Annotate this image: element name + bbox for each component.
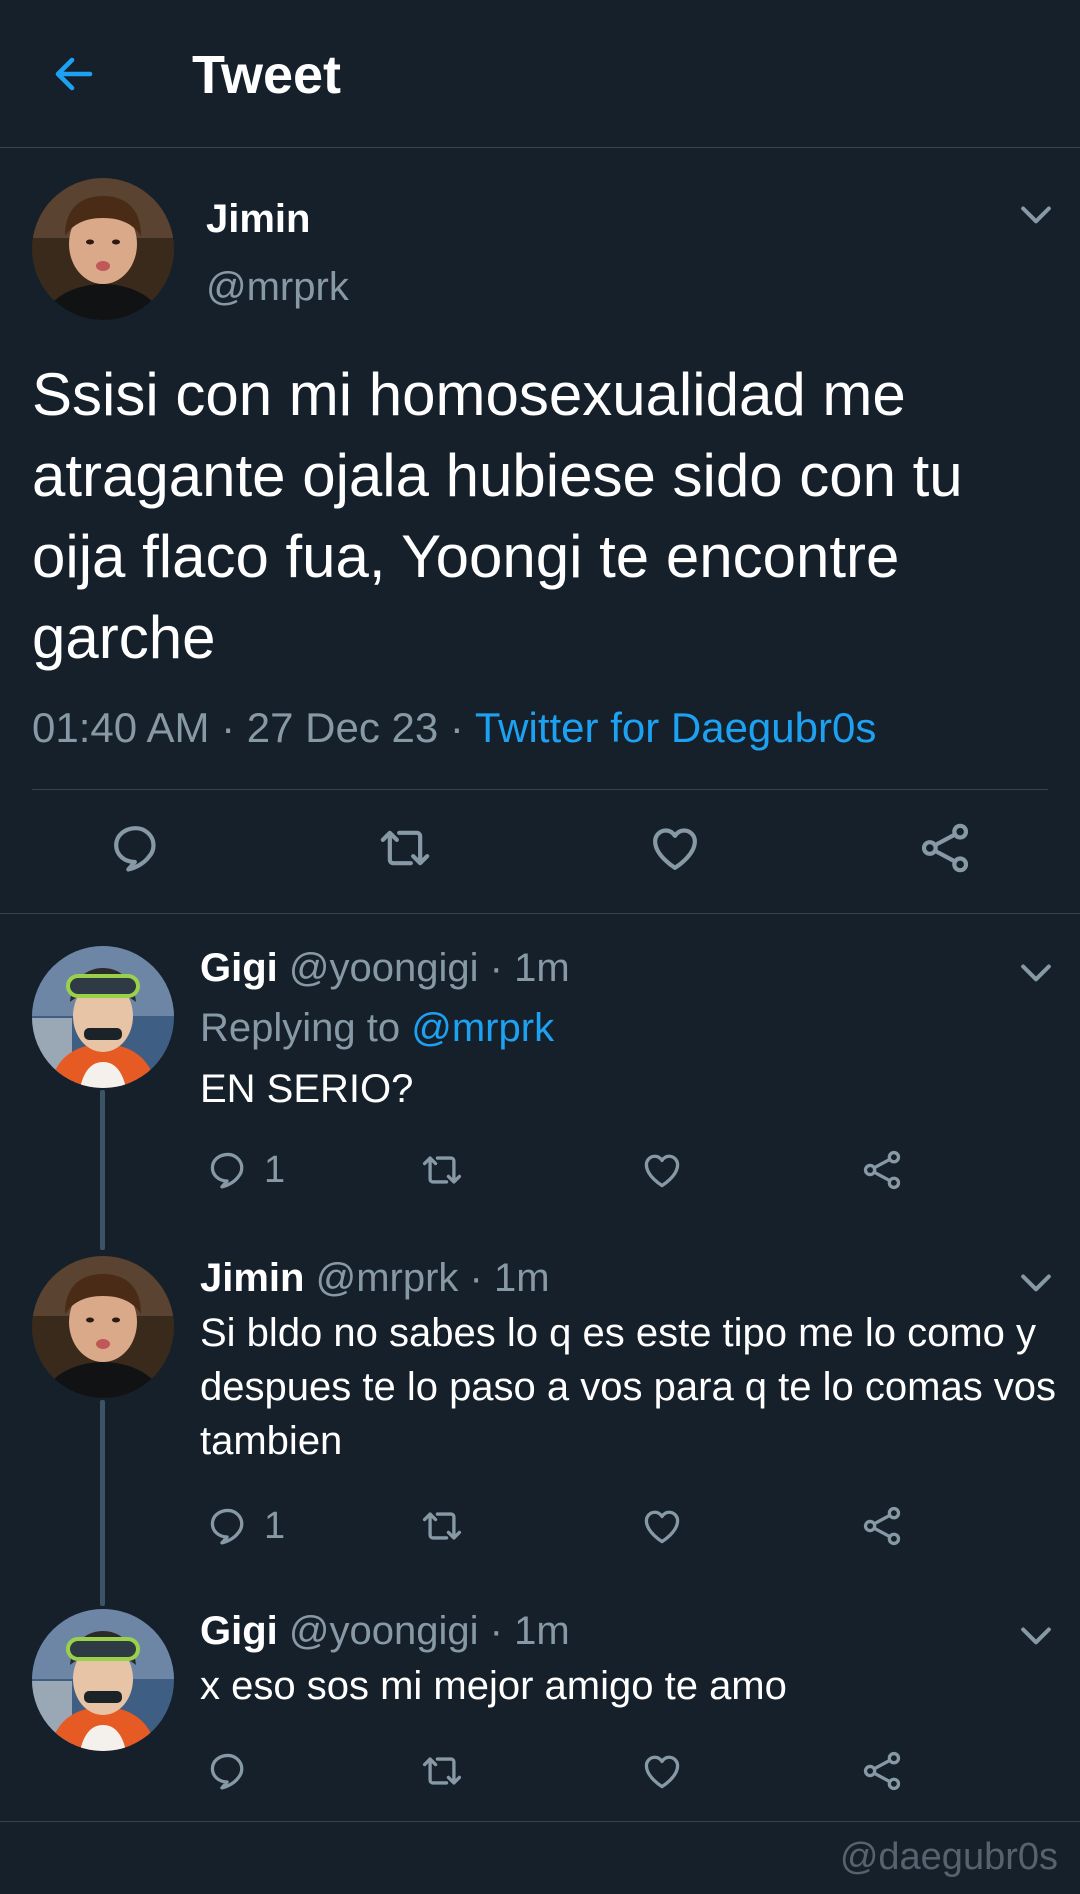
heart-icon xyxy=(640,1749,684,1793)
heart-icon xyxy=(640,1148,684,1192)
retweet-icon xyxy=(420,1148,464,1192)
dot-separator: · xyxy=(489,1609,503,1653)
timestamp: 1m xyxy=(514,946,570,990)
page-title: Tweet xyxy=(192,45,342,105)
arrow-left-icon xyxy=(55,57,93,91)
retweet-button[interactable] xyxy=(377,820,433,876)
reply-text: Si bldo no sabes lo q es este tipo me lo… xyxy=(200,1311,1057,1463)
main-tweet: Jimin @mrprk Ssisi con mi homosexualidad… xyxy=(0,148,1080,914)
author-handle[interactable]: @mrprk xyxy=(206,264,349,310)
avatar[interactable] xyxy=(32,1256,174,1398)
chevron-down-icon[interactable] xyxy=(1014,192,1058,236)
reply-icon xyxy=(206,1148,250,1192)
like-button[interactable] xyxy=(640,1504,684,1548)
avatar[interactable] xyxy=(32,946,174,1088)
share-button[interactable] xyxy=(860,1504,904,1548)
share-button[interactable] xyxy=(860,1148,904,1192)
watermark: @daegubr0s xyxy=(839,1836,1058,1878)
share-icon xyxy=(860,1148,904,1192)
share-icon xyxy=(860,1749,904,1793)
reply-tweet[interactable]: Gigi @yoongigi · 1m Replying to @mrprk E… xyxy=(0,940,1080,1240)
reply-icon xyxy=(206,1749,250,1793)
retweet-button[interactable] xyxy=(420,1148,464,1192)
reply-tweet[interactable]: Gigi @yoongigi · 1m x eso sos mi mejor a… xyxy=(0,1603,1080,1818)
author-name[interactable]: Jimin xyxy=(206,196,310,242)
tweet-meta: 01:40 AM · 27 Dec 23 · Twitter for Daegu… xyxy=(32,700,876,756)
chevron-down-icon[interactable] xyxy=(1014,1260,1058,1304)
retweet-icon xyxy=(377,820,433,876)
share-icon xyxy=(860,1504,904,1548)
replying-to-link[interactable]: @mrprk xyxy=(411,1006,554,1050)
reply-tweet[interactable]: Jimin @mrprk · 1m Si bldo no sabes lo q … xyxy=(0,1250,1080,1590)
dot-separator: · xyxy=(469,1256,483,1300)
reply-header: Gigi @yoongigi · 1m xyxy=(200,1607,570,1655)
tweet-actions xyxy=(0,820,1080,876)
share-button[interactable] xyxy=(917,820,973,876)
share-button[interactable] xyxy=(860,1749,904,1793)
author-name[interactable]: Gigi xyxy=(200,946,278,990)
share-icon xyxy=(917,820,973,876)
retweet-button[interactable] xyxy=(420,1749,464,1793)
chevron-down-icon[interactable] xyxy=(1014,950,1058,994)
back-button[interactable] xyxy=(36,36,112,112)
reply-icon xyxy=(206,1504,250,1548)
like-button[interactable] xyxy=(640,1148,684,1192)
dot-separator: · xyxy=(489,946,503,990)
tweet-source-link[interactable]: Twitter for Daegubr0s xyxy=(475,704,877,751)
author-handle[interactable]: @mrprk xyxy=(316,1256,459,1300)
meta-separator: · xyxy=(209,704,247,751)
heart-icon xyxy=(640,1504,684,1548)
reply-text: EN SERIO? xyxy=(200,1067,414,1111)
meta-separator: · xyxy=(438,704,475,751)
divider xyxy=(32,789,1048,790)
like-button[interactable] xyxy=(640,1749,684,1793)
reply-text: x eso sos mi mejor amigo te amo xyxy=(200,1664,787,1708)
avatar-image xyxy=(32,1609,174,1751)
author-handle[interactable]: @yoongigi xyxy=(289,1609,479,1653)
author-handle[interactable]: @yoongigi xyxy=(289,946,479,990)
avatar[interactable] xyxy=(32,178,174,320)
replying-to: Replying to @mrprk xyxy=(200,1004,554,1052)
heart-icon xyxy=(647,820,703,876)
reply-count: 1 xyxy=(264,1505,286,1547)
reply-header: Gigi @yoongigi · 1m xyxy=(200,944,570,992)
avatar-image xyxy=(32,946,174,1088)
avatar[interactable] xyxy=(32,1609,174,1751)
tweet-text: Ssisi con mi homosexualidad me atragante… xyxy=(32,361,963,671)
reply-button[interactable]: 1 xyxy=(206,1148,285,1192)
like-button[interactable] xyxy=(647,820,703,876)
avatar-image xyxy=(32,1256,174,1398)
replying-to-label: Replying to xyxy=(200,1006,401,1050)
retweet-button[interactable] xyxy=(420,1504,464,1548)
retweet-icon xyxy=(420,1749,464,1793)
timestamp: 1m xyxy=(514,1609,570,1653)
tweet-time: 01:40 AM xyxy=(32,704,210,751)
retweet-icon xyxy=(420,1504,464,1548)
divider xyxy=(0,1821,1080,1822)
timestamp: 1m xyxy=(494,1256,550,1300)
chevron-down-icon[interactable] xyxy=(1014,1613,1058,1657)
reply-icon xyxy=(108,820,164,876)
reply-button[interactable] xyxy=(206,1749,250,1793)
author-name[interactable]: Jimin xyxy=(200,1256,304,1300)
reply-count: 1 xyxy=(264,1149,286,1191)
author-name[interactable]: Gigi xyxy=(200,1609,278,1653)
top-bar: Tweet xyxy=(0,0,1080,148)
tweet-date: 27 Dec 23 xyxy=(246,704,439,751)
avatar-image xyxy=(32,178,174,320)
reply-button[interactable]: 1 xyxy=(206,1504,285,1548)
reply-button[interactable] xyxy=(108,820,164,876)
reply-header: Jimin @mrprk · 1m xyxy=(200,1254,550,1302)
